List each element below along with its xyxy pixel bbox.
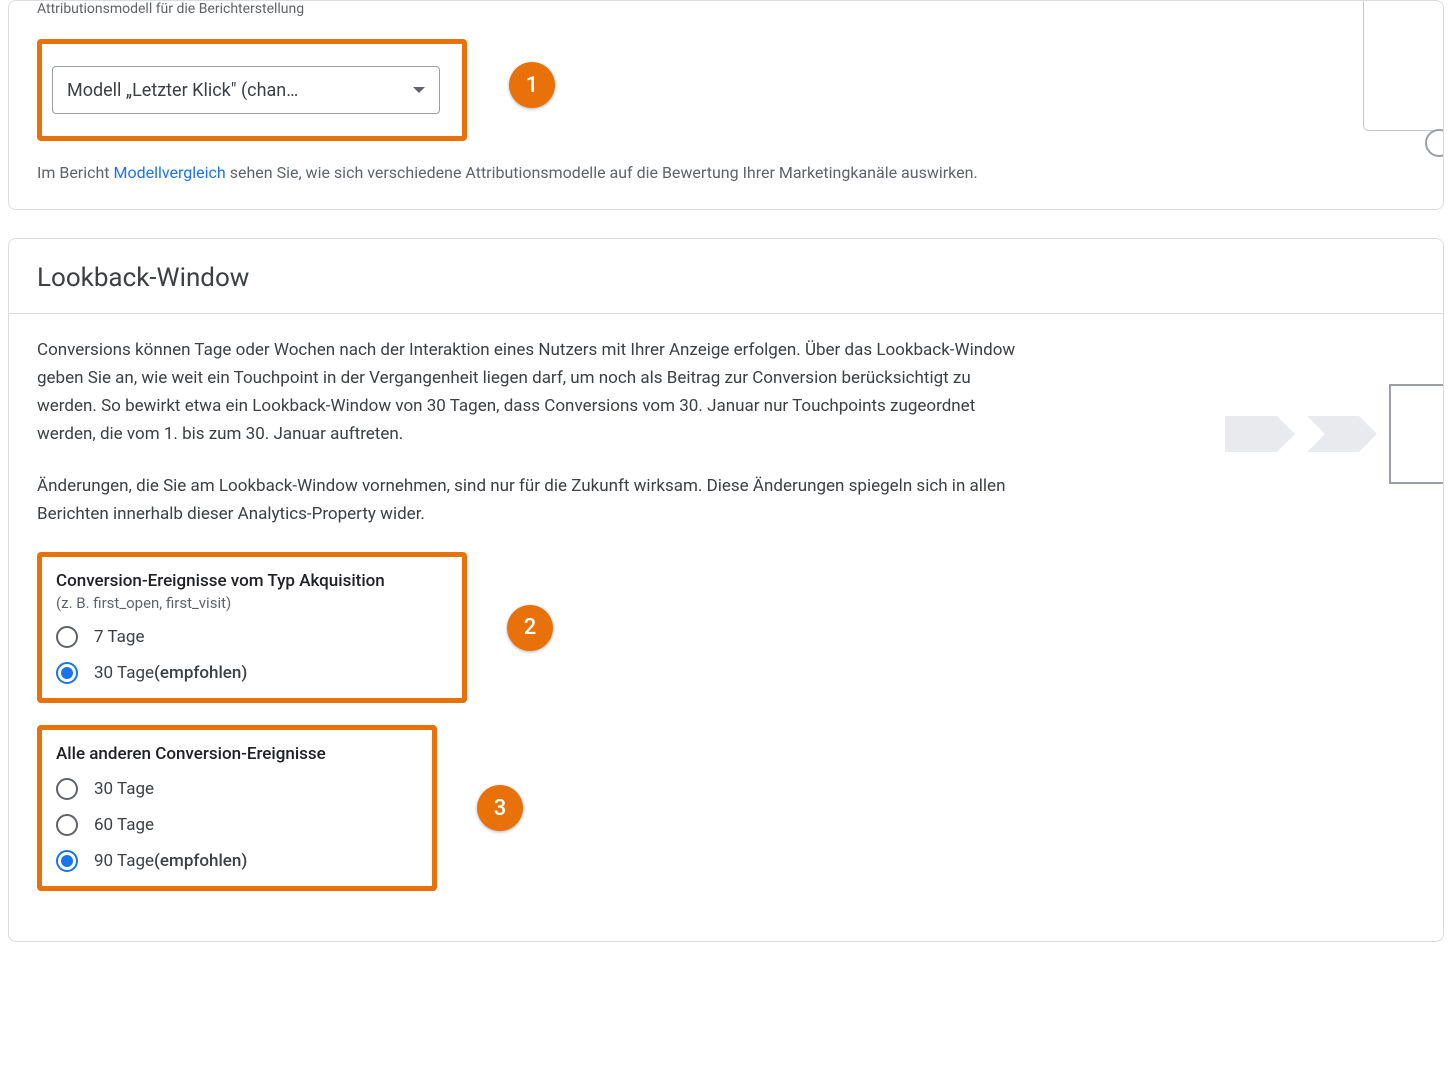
conversion-box-icon: [1389, 384, 1443, 484]
other-radio-option[interactable]: 30 Tage: [56, 778, 414, 800]
acquisition-radio-option[interactable]: 7 Tage: [56, 626, 444, 648]
lookback-description-1: Conversions können Tage oder Wochen nach…: [37, 336, 1017, 448]
radio-icon: [56, 662, 78, 684]
attribution-model-label: Attributionsmodell für die Berichterstel…: [37, 1, 1415, 17]
radio-label: 60 Tage: [94, 815, 154, 835]
other-events-title: Alle anderen Conversion-Ereignisse: [56, 744, 414, 764]
radio-label: 30 Tage: [94, 663, 154, 683]
highlight-box-2: Conversion-Ereignisse vom Typ Akquisitio…: [37, 552, 467, 703]
highlight-box-1: Modell „Letzter Klick" (chan…: [37, 39, 467, 141]
radio-label: 7 Tage: [94, 627, 144, 647]
other-radio-option[interactable]: 60 Tage: [56, 814, 414, 836]
recommended-badge: (empfohlen): [154, 663, 247, 683]
dropdown-value: Modell „Letzter Klick" (chan…: [67, 80, 298, 101]
lookback-heading: Lookback-Window: [37, 263, 1415, 293]
radio-icon: [56, 814, 78, 836]
radio-label: 90 Tage: [94, 851, 154, 871]
attribution-settings-card: Attributionsmodell für die Berichterstel…: [8, 0, 1444, 210]
chevron-step-icon: [1307, 416, 1377, 452]
acquisition-radio-option[interactable]: 30 Tage (empfohlen): [56, 662, 444, 684]
lookback-graphic: [1225, 384, 1443, 484]
radio-icon: [56, 850, 78, 872]
acquisition-events-subtitle: (z. B. first_open, first_visit): [56, 594, 444, 612]
acquisition-events-title: Conversion-Ereignisse vom Typ Akquisitio…: [56, 571, 444, 591]
model-comparison-link[interactable]: Modellvergleich: [114, 163, 226, 182]
highlight-box-3: Alle anderen Conversion-Ereignisse 30 Ta…: [37, 725, 437, 891]
radio-icon: [56, 778, 78, 800]
decorative-circle-icon: [1425, 129, 1444, 157]
callout-badge-1: 1: [509, 62, 555, 108]
radio-label: 30 Tage: [94, 779, 154, 799]
other-radio-option[interactable]: 90 Tage (empfohlen): [56, 850, 414, 872]
chevron-down-icon: [413, 87, 425, 93]
lookback-description-2: Änderungen, die Sie am Lookback-Window v…: [37, 472, 1017, 528]
radio-icon: [56, 626, 78, 648]
callout-badge-3: 3: [477, 785, 523, 831]
lookback-window-card: Lookback-Window Conversions können Tage …: [8, 238, 1444, 942]
callout-badge-2: 2: [507, 605, 553, 651]
chevron-step-icon: [1225, 416, 1295, 452]
attribution-description: Im Bericht Modellvergleich sehen Sie, wi…: [37, 161, 1415, 185]
recommended-badge: (empfohlen): [154, 851, 247, 871]
attribution-model-dropdown[interactable]: Modell „Letzter Klick" (chan…: [52, 66, 440, 114]
